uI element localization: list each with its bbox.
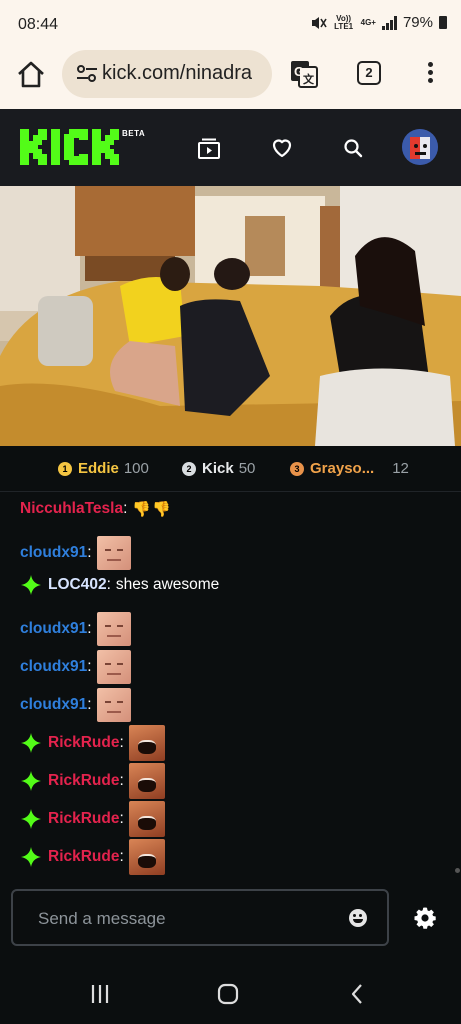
gift-leaderboard: 1 Eddie 100 2 Kick 50 3 Grayso... 12 <box>0 446 461 492</box>
chat-message: RickRude: <box>20 763 165 799</box>
leaderboard-item[interactable]: 1 Eddie 100 <box>58 460 149 477</box>
chat-username[interactable]: RickRude <box>48 772 120 790</box>
leaderboard-name: Grayso... <box>310 460 375 477</box>
video-player[interactable] <box>0 186 461 446</box>
tab-switcher-button[interactable]: 2 <box>357 61 381 85</box>
chat-message: cloudx91: <box>20 536 131 570</box>
subscriber-badge-icon <box>21 575 41 595</box>
signal-icon <box>381 15 397 30</box>
emote-face-icon[interactable] <box>96 650 131 684</box>
video-frame <box>0 186 461 446</box>
leaderboard-name: Eddie <box>78 460 119 477</box>
chat-separator: : <box>87 620 92 637</box>
subscriber-badge-icon <box>21 771 41 791</box>
chat-separator: : <box>87 658 92 675</box>
site-header: BETA <box>0 109 461 186</box>
chat-separator: : <box>119 734 124 751</box>
chat-username[interactable]: RickRude <box>48 810 120 828</box>
rank-badge: 3 <box>290 461 304 476</box>
chat-username[interactable]: RickRude <box>48 848 120 866</box>
browser-toolbar: kick.com/ninadra G 文 2 <box>0 44 461 109</box>
recent-apps-icon[interactable] <box>88 982 112 1006</box>
beta-label: BETA <box>122 129 146 138</box>
chat-input[interactable]: Send a message <box>11 889 389 946</box>
heart-icon[interactable] <box>270 136 294 160</box>
gear-icon[interactable] <box>413 906 437 930</box>
chat-message-text: shes awesome <box>115 576 220 593</box>
emote-scream-icon[interactable] <box>128 763 165 799</box>
leaderboard-count: 50 <box>238 460 256 477</box>
thumbs-down-emoji: 👎👎 <box>132 501 172 518</box>
chat-username[interactable]: RickRude <box>48 734 120 752</box>
battery-percent: 79% <box>402 14 433 31</box>
chat-separator: : <box>119 848 124 865</box>
avatar-image <box>402 129 438 165</box>
emote-scream-icon[interactable] <box>128 839 165 875</box>
scroll-indicator <box>455 868 460 873</box>
chat-separator: : <box>119 772 124 789</box>
home-nav-icon[interactable] <box>216 982 240 1006</box>
emote-face-icon[interactable] <box>96 536 131 570</box>
leaderboard-item[interactable]: 2 Kick 50 <box>182 460 255 477</box>
url-text[interactable]: kick.com/ninadra <box>102 62 252 85</box>
svg-text:文: 文 <box>303 72 315 86</box>
subscriber-badge-icon <box>21 733 41 753</box>
chat-message: LOC402: shes awesome <box>20 574 219 596</box>
user-avatar[interactable] <box>402 129 438 165</box>
status-icons: Vo)) LTE1 4G+ 79% <box>311 14 447 31</box>
chat-message: NiccuhlaTesla: 👎👎 <box>20 500 172 518</box>
home-icon[interactable] <box>14 58 48 92</box>
rank-badge: 2 <box>182 461 196 476</box>
chat-separator: : <box>87 544 92 561</box>
back-icon[interactable] <box>346 982 370 1006</box>
overflow-menu-icon[interactable] <box>420 60 440 90</box>
chat-messages: NiccuhlaTesla: 👎👎 cloudx91: LOC402: shes awe… <box>0 492 461 887</box>
chat-username[interactable]: cloudx91 <box>20 620 87 638</box>
chat-username[interactable]: cloudx91 <box>20 696 87 714</box>
battery-icon <box>439 16 447 29</box>
chat-message: RickRude: <box>20 839 165 875</box>
chat-message: RickRude: <box>20 801 165 837</box>
translate-icon[interactable]: G 文 <box>289 59 319 89</box>
chat-message: cloudx91: <box>20 612 131 646</box>
leaderboard-item[interactable]: 3 Grayso... 12 <box>290 460 409 477</box>
address-bar[interactable]: kick.com/ninadra <box>62 50 272 98</box>
chat-username[interactable]: LOC402 <box>48 576 107 594</box>
chat-separator: : <box>87 696 92 713</box>
chat-input-placeholder: Send a message <box>38 909 166 928</box>
emoji-icon[interactable] <box>349 909 367 927</box>
emote-face-icon[interactable] <box>96 612 131 646</box>
emote-scream-icon[interactable] <box>128 801 165 837</box>
browse-videos-icon[interactable] <box>197 136 221 160</box>
chat-username[interactable]: cloudx91 <box>20 658 87 676</box>
status-bar: 08:44 Vo)) LTE1 4G+ 79% <box>0 0 461 44</box>
chat-separator: : <box>106 576 111 593</box>
chat-username[interactable]: cloudx91 <box>20 544 87 562</box>
rank-badge: 1 <box>58 461 72 476</box>
chat-separator: : <box>123 500 128 517</box>
subscriber-badge-icon <box>21 847 41 867</box>
chat-username[interactable]: NiccuhlaTesla <box>20 500 123 518</box>
chat-message: RickRude: <box>20 725 165 761</box>
volte-indicator: Vo)) LTE1 <box>334 13 354 31</box>
leaderboard-name: Kick <box>202 460 234 477</box>
chat-separator: : <box>119 810 124 827</box>
leaderboard-count: 12 <box>392 460 409 477</box>
emote-face-icon[interactable] <box>96 688 131 722</box>
chat-message: cloudx91: <box>20 650 131 684</box>
chat-message: cloudx91: <box>20 688 131 722</box>
subscriber-badge-icon <box>21 809 41 829</box>
system-nav-bar <box>0 964 461 1024</box>
emote-scream-icon[interactable] <box>128 725 165 761</box>
status-time: 08:44 <box>18 16 59 33</box>
site-settings-icon[interactable] <box>76 64 98 84</box>
leaderboard-count: 100 <box>123 460 149 477</box>
network-indicator: 4G+ <box>360 17 376 27</box>
mute-icon <box>311 16 327 29</box>
search-icon[interactable] <box>341 136 365 160</box>
